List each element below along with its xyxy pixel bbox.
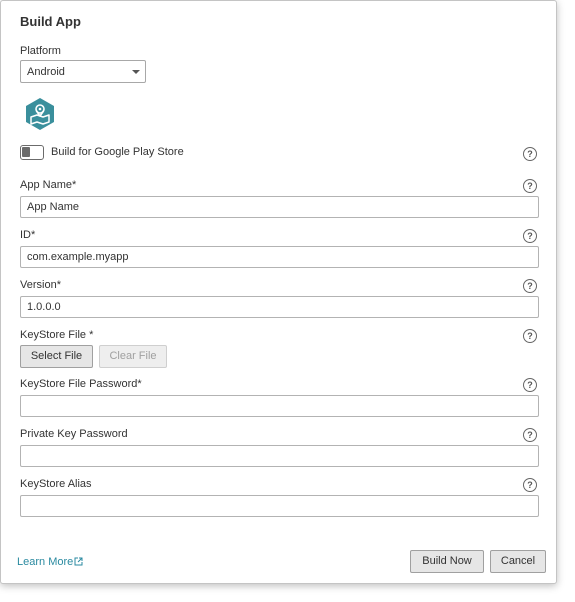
chevron-down-icon	[132, 70, 140, 74]
help-icon[interactable]: ?	[523, 378, 537, 392]
external-link-icon	[74, 557, 83, 566]
app-name-field[interactable]	[20, 196, 539, 218]
help-icon[interactable]: ?	[523, 428, 537, 442]
keystore-file-label: KeyStore File *	[20, 329, 94, 341]
help-icon[interactable]: ?	[523, 478, 537, 492]
keystore-alias-field[interactable]	[20, 495, 539, 517]
toggle-knob	[22, 147, 30, 157]
keystore-password-field[interactable]	[20, 395, 539, 417]
platform-label: Platform	[20, 45, 61, 57]
platform-selected-value: Android	[27, 66, 65, 78]
select-file-button[interactable]: Select File	[20, 345, 93, 368]
cancel-button[interactable]: Cancel	[490, 550, 546, 573]
learn-more-label: Learn More	[17, 556, 74, 568]
map-pin-icon	[26, 98, 54, 130]
app-name-label: App Name*	[20, 179, 77, 191]
help-icon[interactable]: ?	[523, 229, 537, 243]
help-icon[interactable]: ?	[523, 179, 537, 193]
help-icon[interactable]: ?	[523, 147, 537, 161]
keystore-alias-label: KeyStore Alias	[20, 478, 92, 490]
help-icon[interactable]: ?	[523, 329, 537, 343]
id-label: ID*	[20, 229, 36, 241]
clear-file-button[interactable]: Clear File	[99, 345, 167, 368]
keystore-password-label: KeyStore File Password*	[20, 378, 142, 390]
google-play-toggle[interactable]	[20, 145, 44, 160]
learn-more-link[interactable]: Learn More	[17, 556, 83, 568]
help-icon[interactable]: ?	[523, 279, 537, 293]
build-app-dialog: Build App Platform Android Build for Goo…	[0, 0, 557, 584]
private-key-password-label: Private Key Password	[20, 428, 128, 440]
version-field[interactable]	[20, 296, 539, 318]
google-play-label: Build for Google Play Store	[51, 146, 184, 158]
platform-select[interactable]: Android	[20, 60, 146, 83]
build-now-button[interactable]: Build Now	[410, 550, 484, 573]
id-field[interactable]	[20, 246, 539, 268]
private-key-password-field[interactable]	[20, 445, 539, 467]
dialog-title: Build App	[20, 14, 81, 29]
version-label: Version*	[20, 279, 61, 291]
